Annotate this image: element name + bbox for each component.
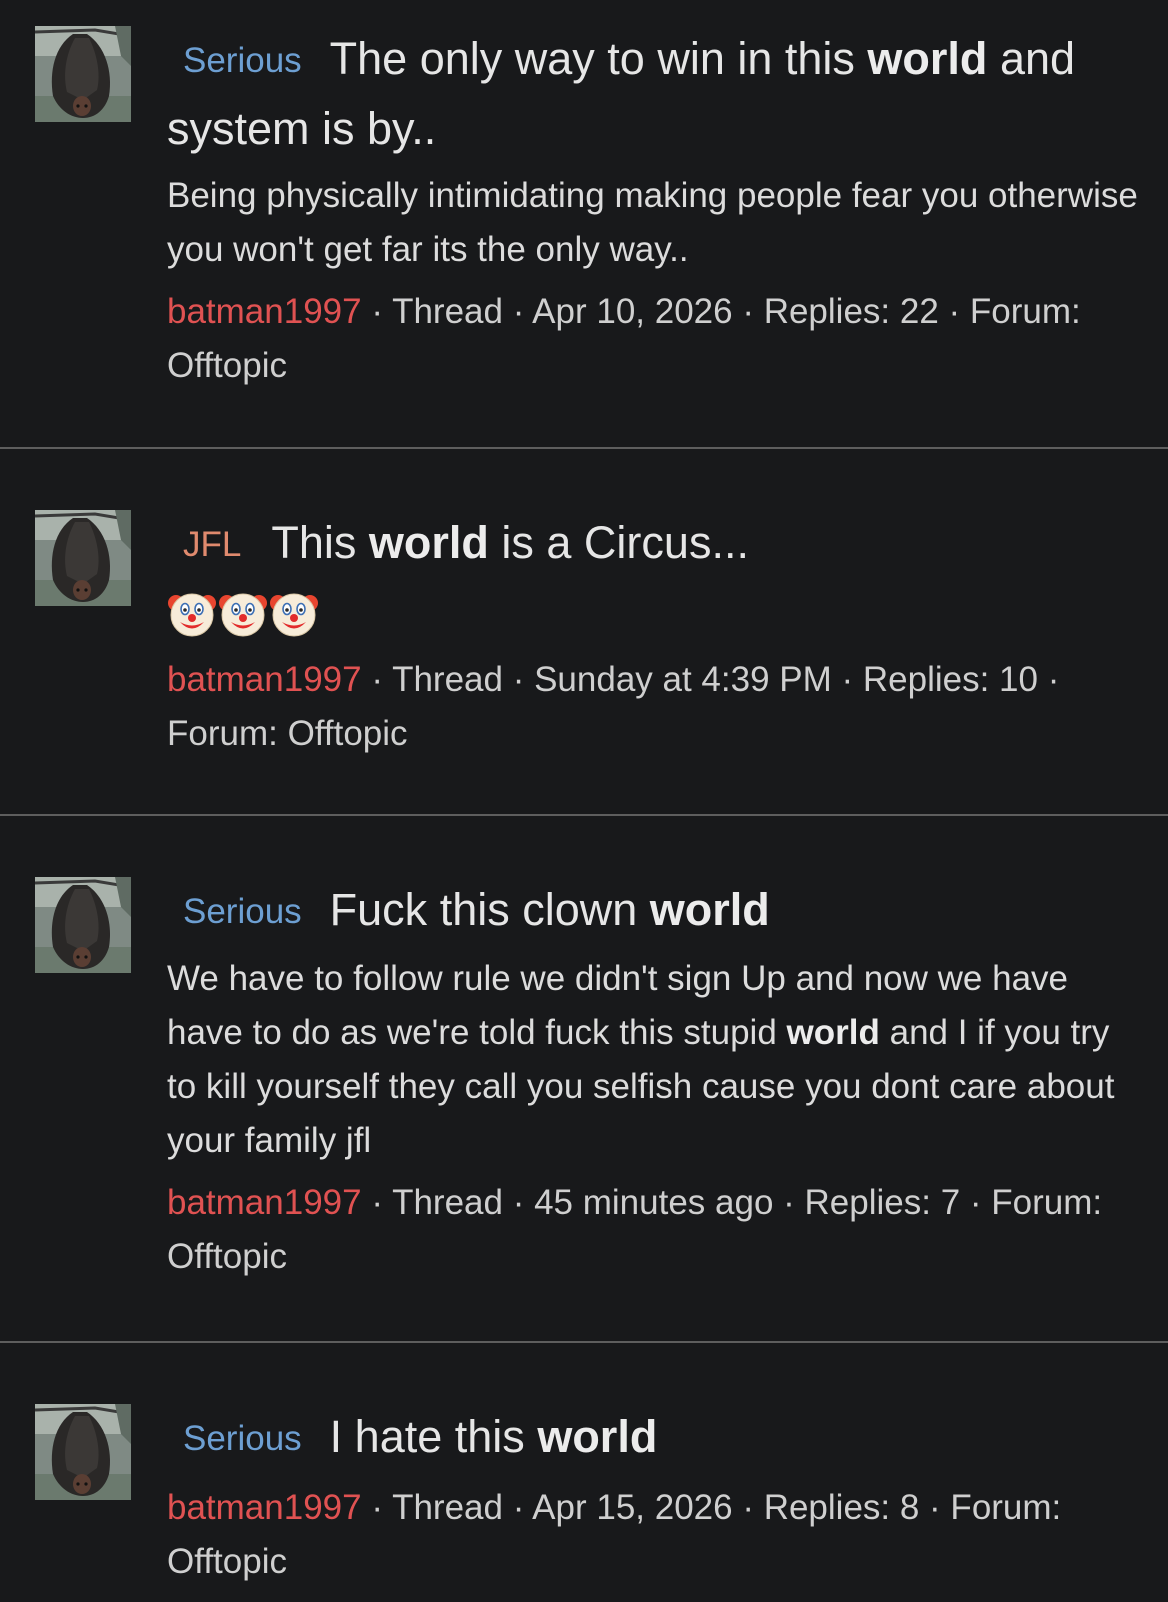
search-highlight: world [649,884,770,935]
author-link[interactable]: batman1997 [167,660,362,699]
thread-title[interactable]: Serious The only way to win in this world… [167,25,1140,163]
hanging-bat-avatar-icon[interactable] [35,877,131,973]
thread-snippet: We have to follow rule we didn't sign Up… [167,952,1140,1168]
author-link[interactable]: batman1997 [167,1488,362,1527]
thread-prefix-badge[interactable]: Serious [183,892,302,931]
clown-face-icon [167,589,217,639]
thread-prefix-badge[interactable]: Serious [183,41,302,80]
title-text: This [271,517,357,568]
thread-meta: batman1997 · Thread · 45 minutes ago · R… [167,1176,1140,1284]
clown-face-icon [218,589,268,639]
title-text: I hate this [329,1411,525,1462]
title-text: The only way to win in this [329,33,855,84]
title-text: is a Circus... [501,517,749,568]
thread-meta: batman1997 · Thread · Apr 15, 2026 · Rep… [167,1481,1140,1589]
title-text: Fuck this clown [329,884,638,935]
thread-meta: batman1997 · Thread · Sunday at 4:39 PM … [167,653,1140,761]
search-results-list: Serious The only way to win in this world… [0,0,1168,1602]
hanging-bat-avatar-icon[interactable] [35,510,131,606]
thread-meta: batman1997 · Thread · Apr 10, 2026 · Rep… [167,285,1140,393]
search-highlight: world [786,1013,880,1052]
hanging-bat-avatar-icon[interactable] [35,1404,131,1500]
thread-prefix-badge[interactable]: Serious [183,1419,302,1458]
search-highlight: world [537,1411,658,1462]
thread-snippet [167,589,1140,645]
thread-snippet: Being physically intimidating making peo… [167,176,1138,269]
thread-result[interactable]: Serious The only way to win in this world… [0,0,1168,449]
search-highlight: world [368,517,489,568]
thread-title[interactable]: JFL This world is a Circus... [167,509,1140,579]
thread-title[interactable]: Serious I hate this world [167,1403,1140,1473]
thread-result[interactable]: JFL This world is a Circus... batman1997 … [0,449,1168,816]
hanging-bat-avatar-icon[interactable] [35,26,131,122]
thread-result[interactable]: Serious Fuck this clown world We have to … [0,816,1168,1343]
search-highlight: world [867,33,988,84]
clown-face-icon [269,589,319,639]
author-link[interactable]: batman1997 [167,1183,362,1222]
thread-title[interactable]: Serious Fuck this clown world [167,876,1140,946]
thread-result[interactable]: Serious I hate this world batman1997 · Th… [0,1343,1168,1602]
author-link[interactable]: batman1997 [167,292,362,331]
thread-prefix-badge[interactable]: JFL [183,525,241,564]
